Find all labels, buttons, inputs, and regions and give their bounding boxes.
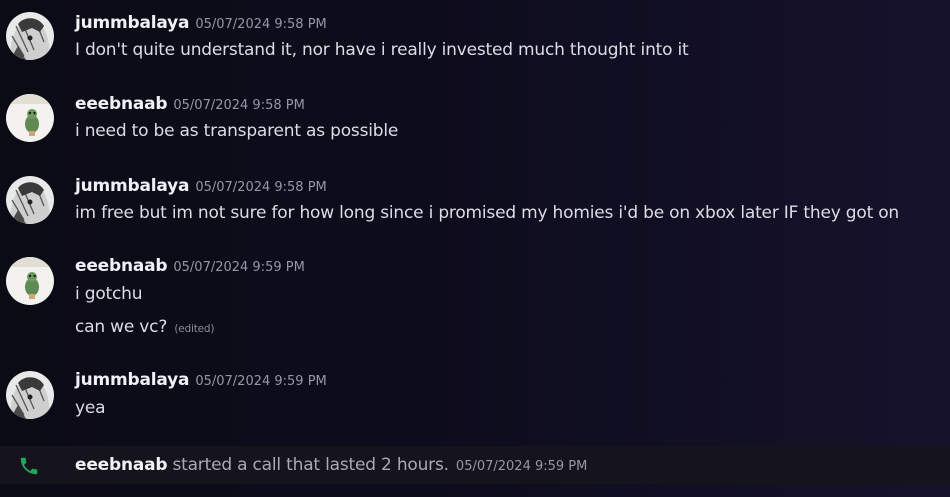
message-text: i need to be as transparent as possible <box>75 121 399 141</box>
message-text: I don't quite understand it, nor have i … <box>75 40 689 60</box>
timestamp[interactable]: 05/07/2024 9:58 PM <box>173 98 304 113</box>
phone-icon <box>18 455 40 477</box>
timestamp[interactable]: 05/07/2024 9:58 PM <box>195 180 326 195</box>
message-text: can we vc? (edited) <box>75 317 214 337</box>
avatar[interactable] <box>6 257 54 305</box>
message-text: i gotchu <box>75 284 143 304</box>
call-summary-text: started a call that lasted 2 hours. <box>172 455 449 475</box>
username[interactable]: eeebnaab <box>75 94 168 114</box>
username[interactable]: eeebnaab <box>75 455 168 475</box>
username[interactable]: jummbalaya <box>75 13 190 33</box>
timestamp[interactable]: 05/07/2024 9:59 PM <box>195 374 326 389</box>
avatar[interactable] <box>6 371 54 419</box>
timestamp[interactable]: 05/07/2024 9:58 PM <box>195 17 326 32</box>
avatar[interactable] <box>6 176 54 224</box>
timestamp[interactable]: 05/07/2024 9:59 PM <box>173 260 304 275</box>
timestamp[interactable]: 05/07/2024 9:59 PM <box>456 459 587 474</box>
message-text: im free but im not sure for how long sin… <box>75 203 900 223</box>
message-text: yea <box>75 398 106 418</box>
avatar[interactable] <box>6 12 54 60</box>
message-text-content: can we vc? <box>75 317 168 337</box>
avatar[interactable] <box>6 94 54 142</box>
username[interactable]: jummbalaya <box>75 370 190 390</box>
username[interactable]: jummbalaya <box>75 176 190 196</box>
call-system-message: eeebnaab started a call that lasted 2 ho… <box>0 446 950 484</box>
edited-label: (edited) <box>174 323 215 335</box>
username[interactable]: eeebnaab <box>75 256 168 276</box>
